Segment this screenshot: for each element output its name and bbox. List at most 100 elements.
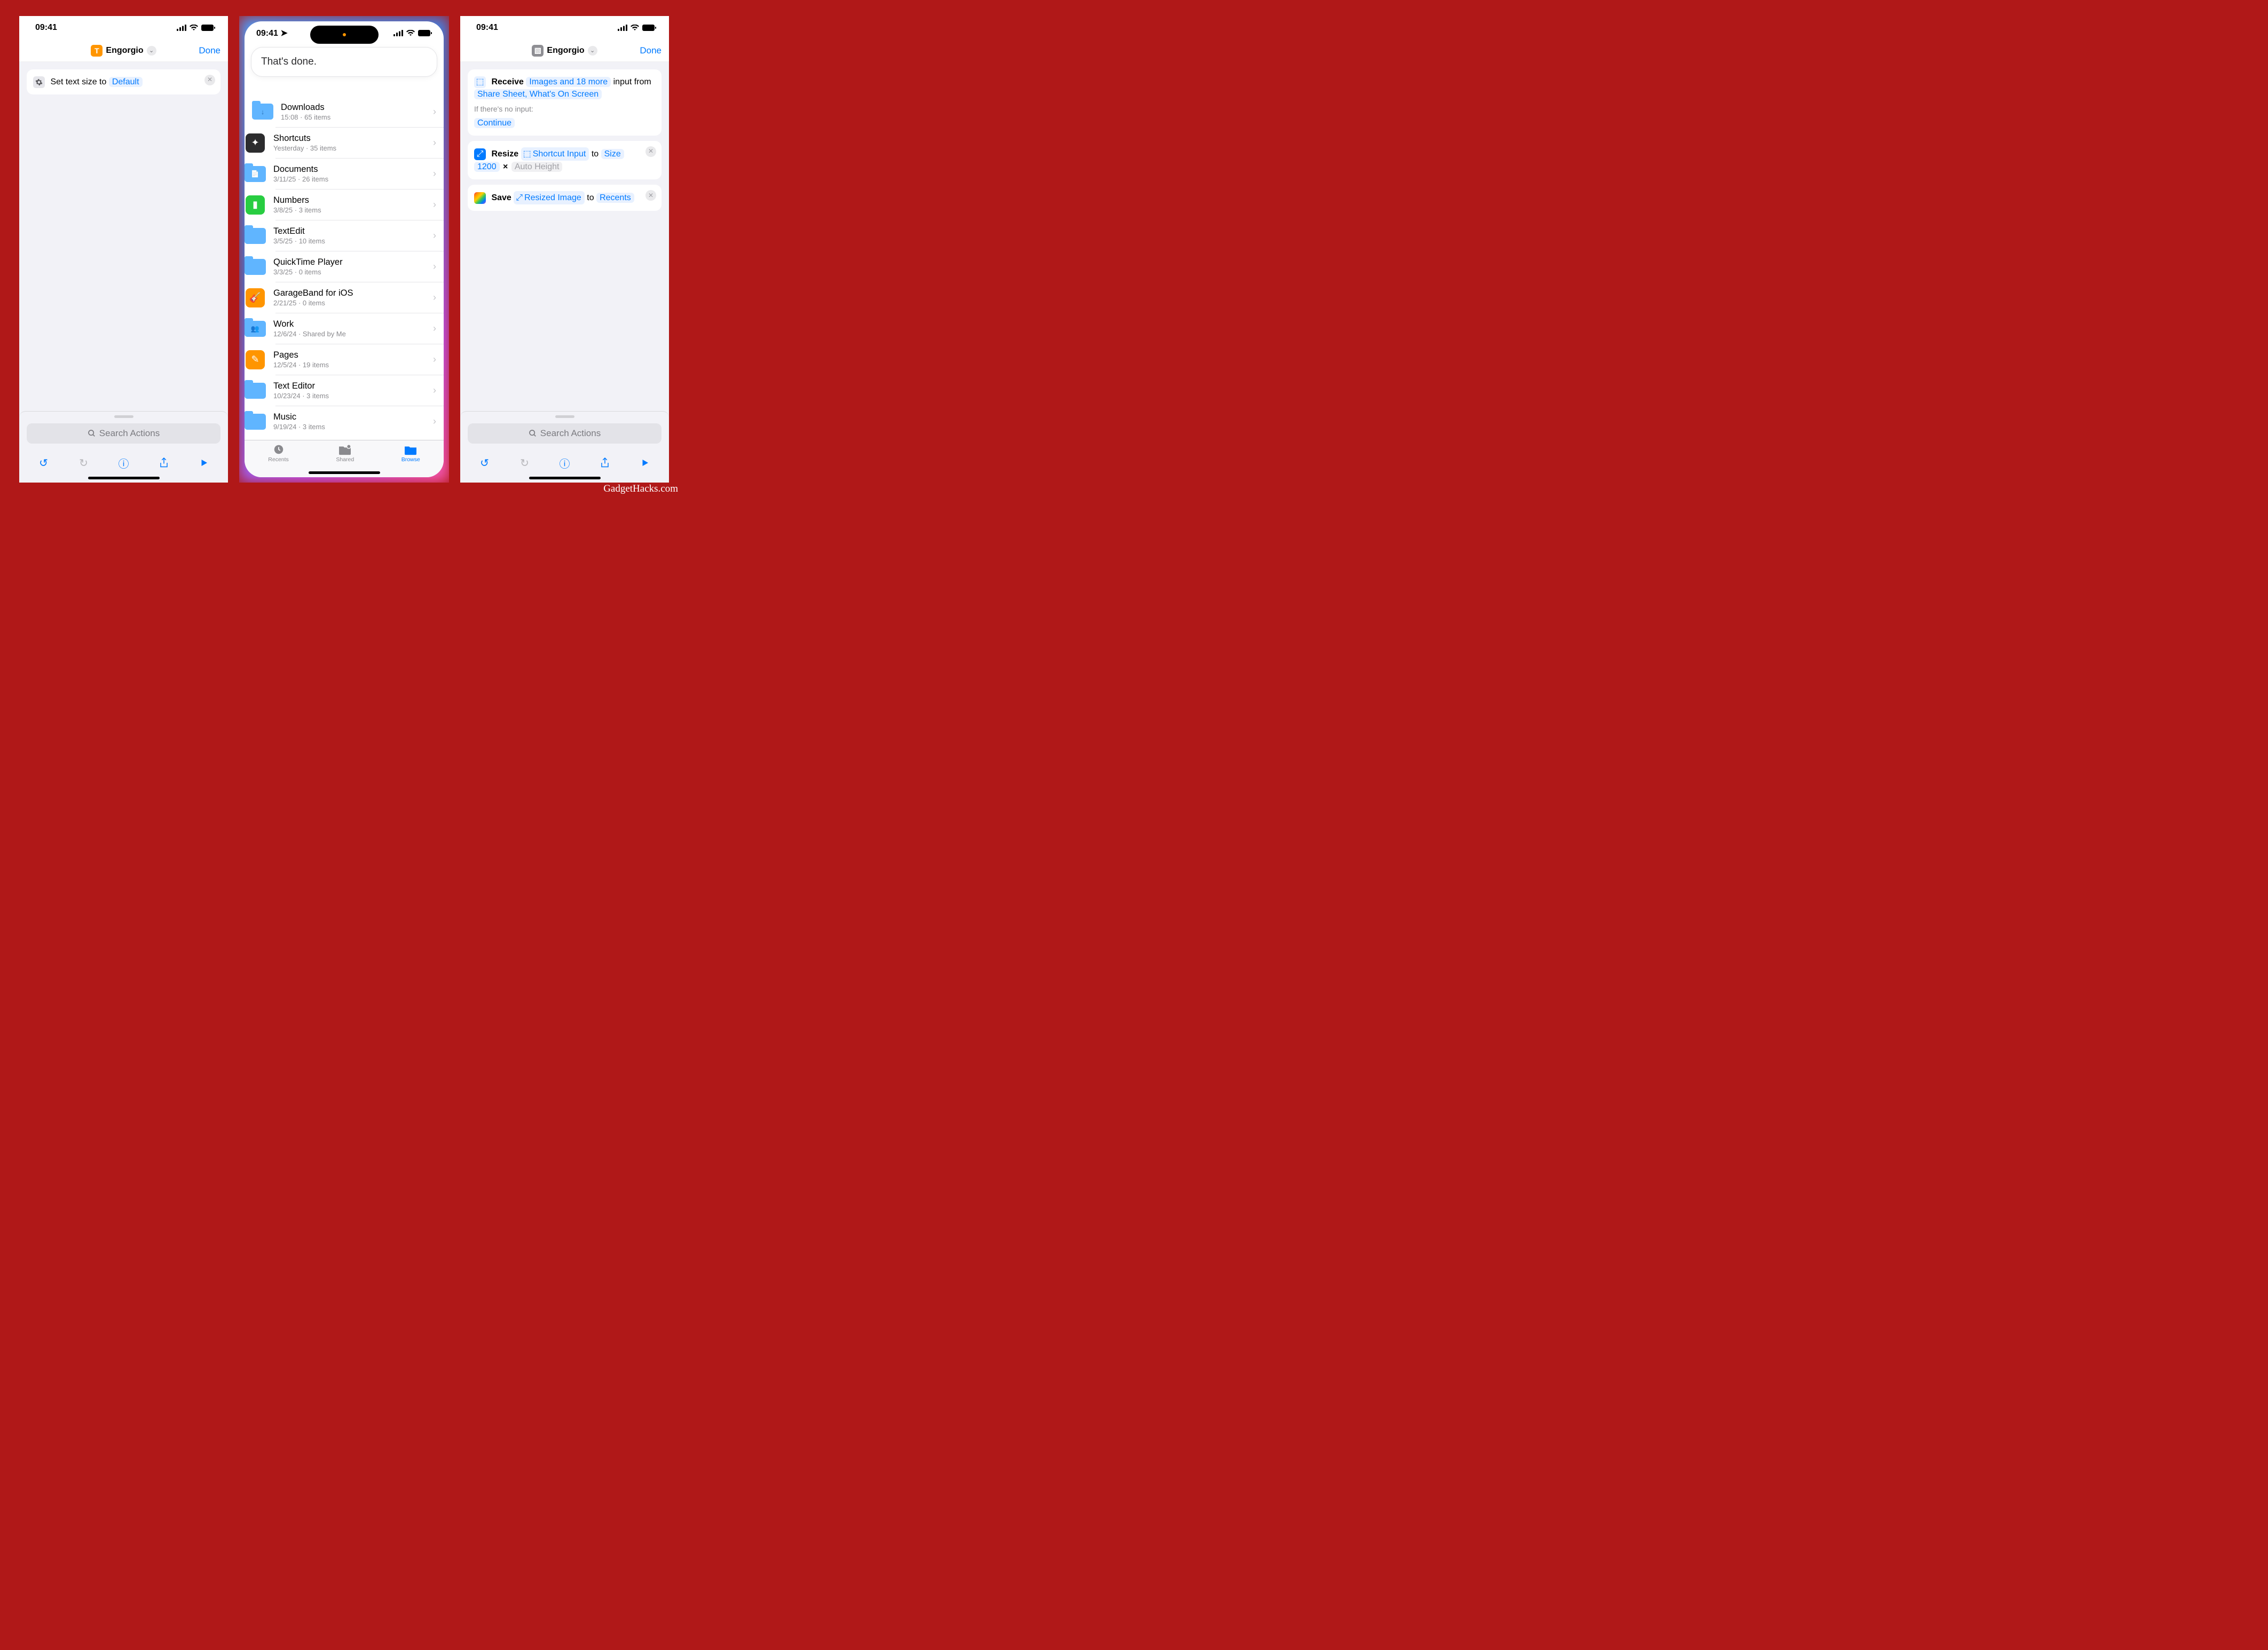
resize-to: to (592, 149, 598, 159)
delete-action-button[interactable]: ✕ (645, 146, 656, 157)
file-subtitle: 3/11/25 · 26 items (273, 175, 426, 183)
app-icon: ✎ (245, 351, 266, 369)
toolbar: ↺ ↻ ⓘ (19, 448, 228, 478)
battery-icon (642, 25, 656, 31)
tab-label: Browse (401, 456, 420, 463)
file-row[interactable]: 🎸GarageBand for iOS2/21/25 · 0 items› (275, 282, 444, 313)
delete-action-button[interactable]: ✕ (204, 75, 215, 85)
done-button[interactable]: Done (199, 45, 220, 56)
home-indicator[interactable] (309, 471, 380, 474)
file-name: Text Editor (273, 381, 426, 391)
undo-button[interactable]: ↺ (33, 456, 54, 470)
siri-response-text: That's done. (261, 56, 317, 67)
action-receive-input[interactable]: ⬚ Receive Images and 18 more input from … (468, 69, 662, 136)
tab-shared[interactable]: Shared (336, 444, 354, 463)
file-row[interactable]: TextEdit3/5/25 · 10 items› (275, 220, 444, 251)
files-list[interactable]: ↓Downloads15:08 · 65 items›✦ShortcutsYes… (245, 96, 444, 440)
wifi-icon (406, 30, 415, 36)
resize-height[interactable]: Auto Height (511, 162, 563, 172)
resize-width[interactable]: 1200 (474, 162, 500, 172)
resize-size-label[interactable]: Size (601, 149, 624, 159)
folder-icon: 📄 (245, 165, 266, 183)
actions-drawer[interactable]: Search Actions ↺ ↻ ⓘ (19, 411, 228, 483)
status-time: 09:41 ➤ (256, 28, 288, 38)
file-name: Shortcuts (273, 133, 426, 144)
settings-gear-icon (33, 76, 45, 88)
chevron-down-icon[interactable]: ⌄ (147, 46, 156, 56)
file-row[interactable]: Music9/19/24 · 3 items› (275, 406, 444, 437)
chevron-right-icon: › (433, 137, 436, 148)
info-button[interactable]: ⓘ (554, 455, 576, 471)
shortcut-title[interactable]: T Engorgio ⌄ (86, 43, 160, 59)
file-subtitle: 3/5/25 · 10 items (273, 237, 426, 245)
chevron-right-icon: › (433, 230, 436, 241)
resize-icon: ⤢ (474, 148, 486, 160)
battery-icon (418, 30, 432, 36)
action-set-text-size[interactable]: Set text size to Default ✕ (27, 69, 220, 94)
done-button[interactable]: Done (640, 45, 662, 56)
file-row[interactable]: QuickTime Player3/3/25 · 0 items › (275, 251, 444, 282)
search-icon (88, 429, 96, 438)
drawer-grabber[interactable] (114, 415, 133, 418)
home-indicator[interactable] (529, 477, 601, 479)
search-actions-field[interactable]: Search Actions (27, 423, 220, 444)
resize-sep: × (502, 162, 509, 171)
status-bar: 09:41 (460, 16, 669, 40)
status-right (618, 25, 656, 31)
file-subtitle: 9/19/24 · 3 items (273, 423, 426, 431)
action-text-value[interactable]: Default (109, 77, 143, 87)
file-subtitle: 3/3/25 · 0 items (273, 268, 426, 276)
file-row[interactable]: 👥Work12/6/24 · Shared by Me› (275, 313, 444, 344)
dynamic-island[interactable] (310, 26, 379, 44)
status-time: 09:41 (476, 23, 498, 33)
share-button[interactable] (153, 457, 175, 469)
redo-button: ↻ (73, 456, 94, 470)
undo-button[interactable]: ↺ (474, 456, 495, 470)
status-bar: 09:41 (19, 16, 228, 40)
run-button[interactable] (193, 458, 215, 468)
receive-types[interactable]: Images and 18 more (526, 77, 611, 87)
tab-recents[interactable]: Recents (268, 444, 289, 463)
file-row[interactable]: ↓Downloads15:08 · 65 items› (245, 96, 444, 127)
receive-noinput-label: If there's no input: (474, 104, 655, 114)
actions-drawer[interactable]: Search Actions ↺ ↻ ⓘ (460, 411, 669, 483)
search-actions-field[interactable]: Search Actions (468, 423, 662, 444)
run-button[interactable] (634, 458, 656, 468)
chevron-right-icon: › (433, 416, 436, 427)
file-row[interactable]: ✦ShortcutsYesterday · 35 items› (275, 127, 444, 158)
home-indicator[interactable] (88, 477, 160, 479)
resize-input-var[interactable]: ⬚ Shortcut Input (521, 147, 589, 161)
action-resize-image[interactable]: ⤢ Resize ⬚ Shortcut Input to Size 1200 ×… (468, 141, 662, 179)
file-name: Numbers (273, 195, 426, 206)
chevron-right-icon: › (433, 106, 436, 117)
cell-signal-icon (177, 25, 186, 31)
app-icon: 🎸 (245, 289, 266, 307)
file-row[interactable]: 📄Documents3/11/25 · 26 items› (275, 158, 444, 189)
siri-response-card[interactable]: That's done. (251, 47, 437, 77)
action-save-to-photos[interactable]: Save ⤢ Resized Image to Recents ✕ (468, 185, 662, 211)
save-input-var[interactable]: ⤢ Resized Image (514, 191, 585, 204)
chevron-down-icon[interactable]: ⌄ (588, 46, 597, 56)
drawer-grabber[interactable] (555, 415, 574, 418)
file-row[interactable]: ▮Numbers3/8/25 · 3 items› (275, 189, 444, 220)
file-row[interactable]: Text Editor10/23/24 · 3 items › (275, 375, 444, 406)
info-button[interactable]: ⓘ (113, 455, 135, 471)
folder-icon (245, 413, 266, 431)
file-name: Work (273, 319, 426, 329)
save-destination[interactable]: Recents (596, 193, 634, 203)
chevron-right-icon: › (433, 261, 436, 272)
delete-action-button[interactable]: ✕ (645, 190, 656, 201)
file-row[interactable]: ✎Pages12/5/24 · 19 items› (275, 344, 444, 375)
file-name: GarageBand for iOS (273, 288, 426, 298)
chevron-right-icon: › (433, 385, 436, 396)
receive-fallback[interactable]: Continue (474, 118, 515, 128)
receive-sources[interactable]: Share Sheet, What's On Screen (474, 89, 602, 99)
file-name: QuickTime Player (273, 257, 426, 267)
file-subtitle: 10/23/24 · 3 items (273, 392, 426, 400)
tab-browse[interactable]: Browse (401, 444, 420, 463)
cell-signal-icon (618, 25, 627, 31)
share-button[interactable] (594, 457, 616, 469)
app-icon: ▮ (245, 196, 266, 214)
shortcut-title[interactable]: ▧ Engorgio ⌄ (527, 43, 601, 59)
chevron-right-icon: › (433, 168, 436, 179)
